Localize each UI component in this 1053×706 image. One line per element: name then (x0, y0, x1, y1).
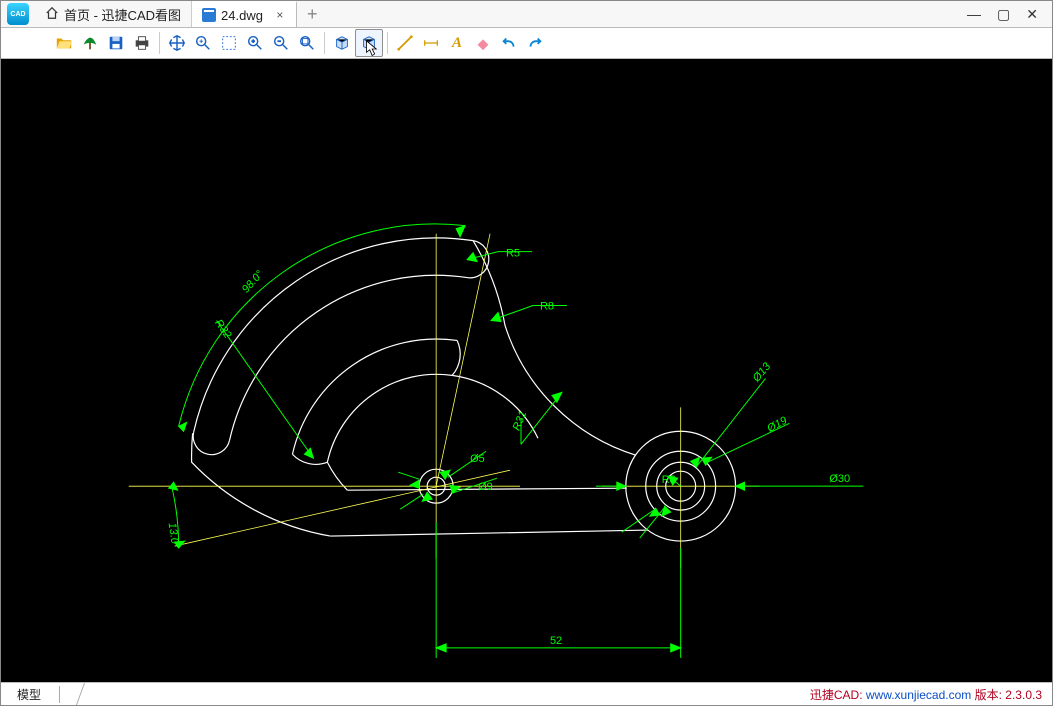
tab-new-button[interactable]: + (297, 1, 329, 27)
dim-r8-top: R8 (540, 301, 554, 313)
dim-d5: Ø5 (470, 453, 485, 465)
text-button[interactable]: A (444, 30, 470, 56)
zoom-out-button[interactable] (268, 30, 294, 56)
dim-r31: R31 (511, 409, 530, 432)
drawing-canvas[interactable]: 98.0° 13.0° R32 R5 R8 R31 Ø5 Ø9 R8 Ø13 Ø… (1, 59, 1052, 682)
zoom-extents-button[interactable] (294, 30, 320, 56)
maximize-button[interactable]: ▢ (997, 6, 1010, 23)
zoom-in-button[interactable] (242, 30, 268, 56)
toolbar-sep (159, 32, 160, 54)
undo-button[interactable] (496, 30, 522, 56)
brand-url-link[interactable]: www.xunjiecad.com (866, 688, 971, 702)
tab-file[interactable]: 24.dwg × (192, 1, 297, 27)
area-select-button[interactable] (216, 30, 242, 56)
tab-file-label: 24.dwg (221, 8, 263, 23)
model-tab[interactable]: 模型 (11, 686, 60, 703)
file-icon (202, 8, 216, 22)
view-3d-button[interactable] (355, 29, 383, 57)
version-value: 2.3.0.3 (1005, 688, 1042, 702)
tab-home[interactable]: 首页 - 迅捷CAD看图 (35, 1, 192, 27)
save-button[interactable] (103, 30, 129, 56)
minimize-button[interactable]: — (967, 6, 981, 22)
print-button[interactable] (129, 30, 155, 56)
dim-angle-98: 98.0° (240, 268, 267, 296)
dimension-button[interactable] (418, 30, 444, 56)
app-logo: CAD (1, 1, 35, 27)
redo-button[interactable] (522, 30, 548, 56)
dim-52: 52 (550, 635, 562, 647)
tab-edge (64, 683, 85, 705)
brand-name: 迅捷CAD: (810, 688, 863, 702)
dim-r5: R5 (506, 248, 520, 260)
window-buttons: — ▢ ✕ (967, 1, 1052, 27)
toolbar-sep (324, 32, 325, 54)
view-2d-button[interactable] (329, 30, 355, 56)
dim-d13: Ø13 (750, 361, 773, 385)
erase-button[interactable] (470, 30, 496, 56)
text-a-icon: A (452, 35, 462, 52)
home-icon (45, 6, 59, 23)
status-bar: 模型 迅捷CAD: www.xunjiecad.com 版本: 2.3.0.3 (1, 682, 1052, 705)
dim-angle-13: 13.0° (166, 522, 182, 550)
tab-bar: CAD 首页 - 迅捷CAD看图 24.dwg × + — ▢ ✕ (1, 1, 1052, 28)
palm-button[interactable] (77, 30, 103, 56)
open-button[interactable] (51, 30, 77, 56)
measure-button[interactable] (392, 30, 418, 56)
dim-d30: Ø30 (829, 473, 850, 485)
version-label: 版本: (975, 688, 1002, 702)
tab-home-label: 首页 - 迅捷CAD看图 (64, 5, 181, 24)
dim-r8-right: R8 (662, 474, 676, 486)
close-button[interactable]: ✕ (1026, 6, 1038, 23)
tab-close-button[interactable]: × (274, 9, 286, 21)
toolbar-sep (387, 32, 388, 54)
cad-badge: CAD (7, 3, 29, 25)
app-window: CAD 首页 - 迅捷CAD看图 24.dwg × + — ▢ ✕ (0, 0, 1053, 706)
dim-d9: Ø9 (478, 481, 493, 493)
dim-d19: Ø19 (764, 415, 789, 436)
pan-button[interactable] (164, 30, 190, 56)
brand-info: 迅捷CAD: www.xunjiecad.com 版本: 2.3.0.3 (810, 686, 1042, 703)
toolbar: A (1, 28, 1052, 59)
zoom-window-button[interactable] (190, 30, 216, 56)
drawing-svg: 98.0° 13.0° R32 R5 R8 R31 Ø5 Ø9 R8 Ø13 Ø… (1, 59, 1052, 682)
